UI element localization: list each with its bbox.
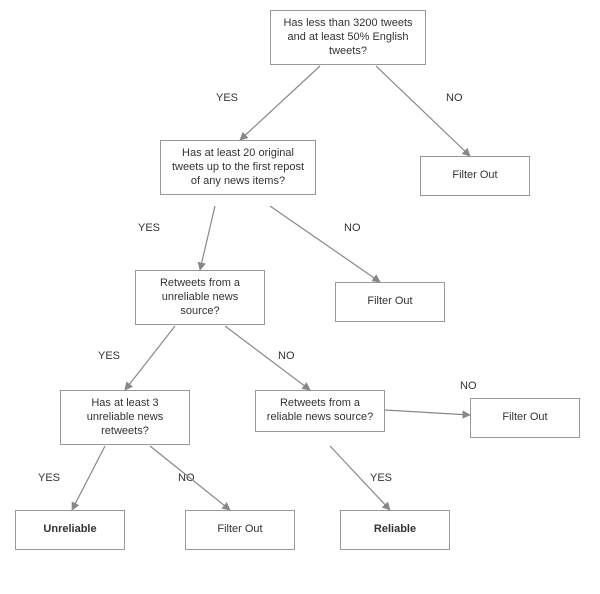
node-unreliable-count-decision: Has at least 3 unreliable news retweets? <box>60 390 190 445</box>
edge-label-no: NO <box>178 472 195 484</box>
node-leaf-reliable: Reliable <box>340 510 450 550</box>
node-leaf-unreliable: Unreliable <box>15 510 125 550</box>
edge-label-no: NO <box>344 222 361 234</box>
node-text: Filter Out <box>452 169 497 183</box>
node-text: Filter Out <box>502 411 547 425</box>
edge-label-yes: YES <box>216 92 238 104</box>
node-text: Retweets from a unreliable news source? <box>160 277 240 317</box>
node-text: Has at least 20 original tweets up to th… <box>172 147 304 187</box>
node-text: Filter Out <box>217 523 262 537</box>
node-root-decision: Has less than 3200 tweets and at least 5… <box>270 10 426 65</box>
node-filter-out-4: Filter Out <box>185 510 295 550</box>
node-reliable-source-decision: Retweets from a reliable news source? <box>255 390 385 432</box>
node-text: Unreliable <box>43 523 96 537</box>
node-filter-out-2: Filter Out <box>335 282 445 322</box>
edge-label-yes: YES <box>370 472 392 484</box>
edge-label-no: NO <box>446 92 463 104</box>
diagram-canvas: { "chart_data": { "type": "decision-tree… <box>0 0 600 594</box>
node-text: Filter Out <box>367 295 412 309</box>
node-text: Retweets from a reliable news source? <box>267 397 373 423</box>
edge-label-yes: YES <box>98 350 120 362</box>
edges-svg <box>0 0 600 594</box>
edge-label-yes: YES <box>38 472 60 484</box>
node-filter-out-3: Filter Out <box>470 398 580 438</box>
edge-label-no: NO <box>460 380 477 392</box>
node-unreliable-source-decision: Retweets from a unreliable news source? <box>135 270 265 325</box>
node-original-tweets-decision: Has at least 20 original tweets up to th… <box>160 140 316 195</box>
edge-label-yes: YES <box>138 222 160 234</box>
edge-label-no: NO <box>278 350 295 362</box>
node-text: Has at least 3 unreliable news retweets? <box>87 397 163 437</box>
node-filter-out-1: Filter Out <box>420 156 530 196</box>
node-text: Reliable <box>374 523 416 537</box>
node-text: Has less than 3200 tweets and at least 5… <box>283 17 412 57</box>
